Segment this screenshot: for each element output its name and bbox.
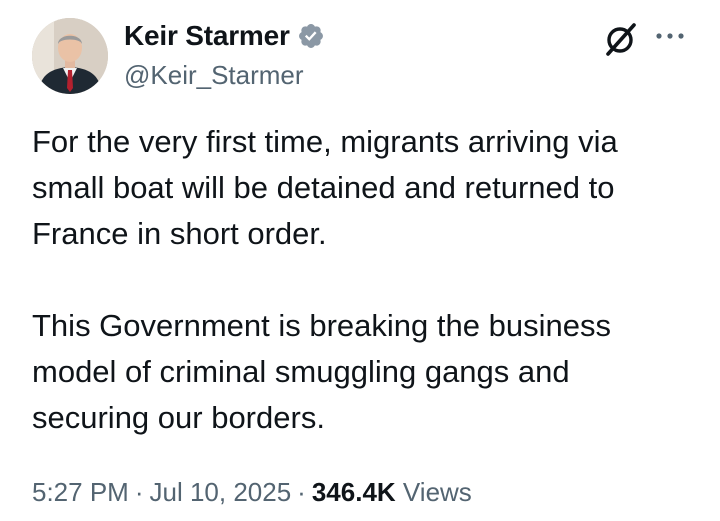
more-options-icon[interactable] (654, 24, 686, 48)
tweet-date[interactable]: Jul 10, 2025 (150, 477, 292, 507)
author-handle[interactable]: @Keir_Starmer (124, 58, 304, 92)
views-label: Views (402, 477, 472, 507)
tweet-text: For the very first time, migrants arrivi… (32, 119, 692, 441)
views-count: 346.4K (311, 477, 396, 507)
avatar[interactable] (32, 18, 108, 94)
tweet-metadata: 5:27 PM · Jul 10, 2025 · 346.4K Views (32, 474, 472, 510)
tweet-paragraph: For the very first time, migrants arrivi… (32, 124, 618, 251)
verified-badge-icon (298, 24, 323, 48)
grok-icon[interactable] (601, 20, 639, 58)
avatar-image (32, 18, 108, 94)
separator: · (134, 477, 144, 507)
author-name-row[interactable]: Keir Starmer (124, 18, 325, 54)
tweet-time[interactable]: 5:27 PM (32, 477, 129, 507)
separator: · (297, 477, 306, 507)
author-name[interactable]: Keir Starmer (124, 18, 290, 54)
tweet-paragraph: This Government is breaking the business… (32, 308, 611, 435)
